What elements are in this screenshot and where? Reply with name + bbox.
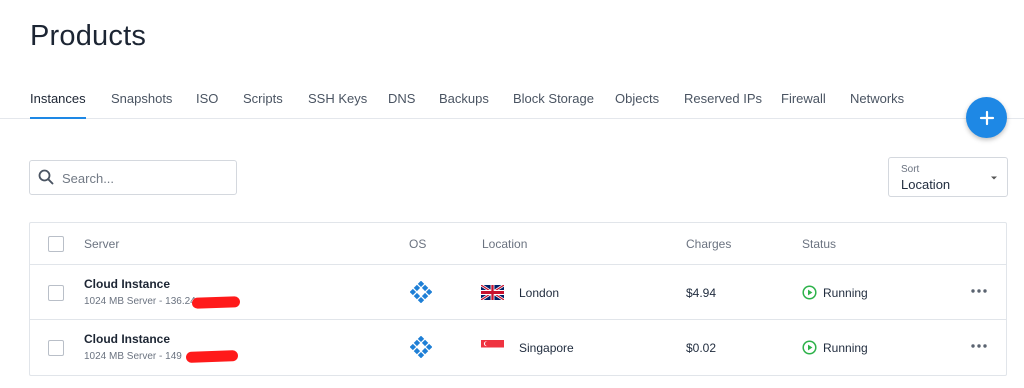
running-status-icon [802, 285, 817, 300]
row-checkbox[interactable] [48, 285, 64, 301]
server-details: 1024 MB Server - 149 [84, 351, 182, 362]
add-product-button[interactable] [966, 97, 1007, 138]
sort-label: Sort [901, 164, 920, 175]
more-options-icon[interactable] [970, 343, 988, 349]
tab-scripts[interactable]: Scripts [243, 91, 283, 119]
page-title: Products [30, 20, 147, 52]
instances-table: Server OS Location Charges Status Cloud … [29, 222, 1007, 376]
column-header-location[interactable]: Location [482, 237, 527, 251]
sort-value: Location [901, 177, 951, 192]
singapore-flag-icon [481, 340, 504, 355]
select-all-checkbox[interactable] [48, 236, 64, 252]
location-text: Singapore [519, 341, 574, 355]
sort-dropdown[interactable]: Sort Location [888, 157, 1008, 197]
os-logo-icon [410, 336, 432, 358]
tab-reserved-ips[interactable]: Reserved IPs [684, 91, 762, 119]
tab-block-storage[interactable]: Block Storage [513, 91, 594, 119]
tab-iso[interactable]: ISO [196, 91, 218, 119]
table-header-row: Server OS Location Charges Status [30, 223, 1006, 265]
column-header-charges[interactable]: Charges [686, 237, 731, 251]
charges-text: $4.94 [686, 286, 717, 300]
tab-ssh-keys[interactable]: SSH Keys [308, 91, 367, 119]
tab-firewall[interactable]: Firewall [781, 91, 826, 119]
tab-networks[interactable]: Networks [850, 91, 904, 119]
table-row[interactable]: Cloud Instance 1024 MB Server - 136.24 L… [30, 265, 1006, 320]
search-icon [38, 169, 54, 185]
caret-down-icon [991, 176, 997, 180]
plus-icon [979, 110, 994, 125]
column-header-server[interactable]: Server [84, 237, 119, 251]
redaction-mark [191, 296, 241, 309]
row-checkbox[interactable] [48, 340, 64, 356]
tab-instances[interactable]: Instances [30, 91, 86, 119]
product-tabs: Instances Snapshots ISO Scripts SSH Keys… [0, 88, 1024, 119]
redaction-mark [185, 350, 239, 363]
status-text: Running [823, 341, 868, 355]
tab-objects[interactable]: Objects [615, 91, 659, 119]
tab-snapshots[interactable]: Snapshots [111, 91, 172, 119]
column-header-os[interactable]: OS [409, 237, 426, 251]
server-name[interactable]: Cloud Instance [84, 277, 170, 291]
table-row[interactable]: Cloud Instance 1024 MB Server - 149 Sing… [30, 320, 1006, 375]
location-text: London [519, 286, 560, 300]
column-header-status[interactable]: Status [802, 237, 836, 251]
tab-dns[interactable]: DNS [388, 91, 415, 119]
search-box [29, 160, 237, 195]
running-status-icon [802, 340, 817, 355]
uk-flag-icon [481, 285, 504, 300]
server-name[interactable]: Cloud Instance [84, 332, 170, 346]
charges-text: $0.02 [686, 341, 717, 355]
os-logo-icon [410, 281, 432, 303]
search-input[interactable] [62, 168, 232, 188]
status-text: Running [823, 286, 868, 300]
server-details: 1024 MB Server - 136.24 [84, 296, 196, 307]
more-options-icon[interactable] [970, 288, 988, 294]
tab-backups[interactable]: Backups [439, 91, 489, 119]
